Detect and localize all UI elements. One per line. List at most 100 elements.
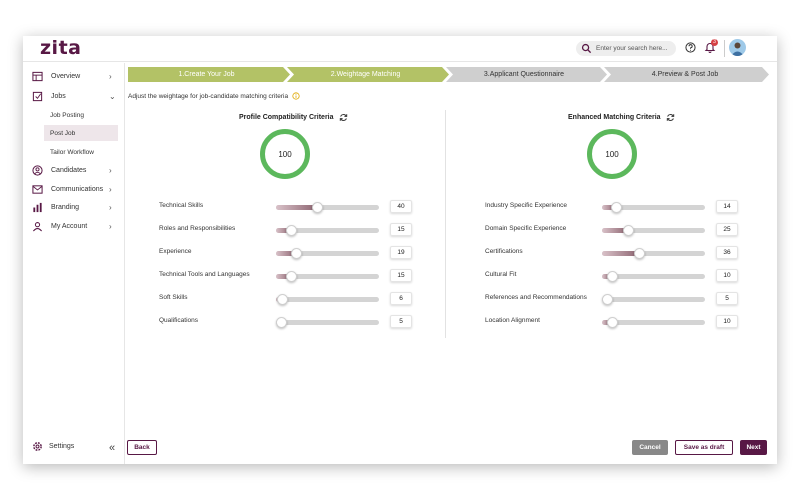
criteria-row: Industry Specific Experience 14 [485, 200, 745, 214]
criteria-row: Cultural Fit 10 [485, 269, 745, 283]
enhanced-criteria-title: Enhanced Matching Criteria [568, 114, 661, 121]
weight-value-input[interactable]: 19 [390, 246, 412, 259]
chevron-right-icon: › [109, 71, 112, 81]
slider-fill [276, 205, 317, 210]
sidebar-subitem-post-job[interactable]: Post Job [44, 125, 118, 141]
slider-handle[interactable] [607, 317, 618, 328]
weight-slider[interactable] [602, 228, 705, 233]
jobs-icon [32, 91, 43, 101]
user-avatar-icon [731, 42, 744, 56]
next-button[interactable]: Next [740, 440, 767, 455]
step-weightage-matching[interactable]: 2.Weightage Matching [287, 67, 444, 82]
criteria-row: Soft Skills 6 [159, 292, 419, 306]
slider-handle[interactable] [291, 248, 302, 259]
sidebar-subitem-tailor-workflow[interactable]: Tailor Workflow [44, 144, 118, 160]
profile-total-ring: 100 [260, 129, 310, 179]
info-icon[interactable] [292, 92, 300, 100]
criteria-row: Roles and Responsibilities 15 [159, 223, 419, 237]
criteria-label: Certifications [485, 248, 523, 255]
weight-value-input[interactable]: 25 [716, 223, 738, 236]
search-placeholder: Enter your search here... [596, 45, 668, 52]
weight-slider[interactable] [276, 297, 379, 302]
criteria-row: Technical Tools and Languages 15 [159, 269, 419, 283]
criteria-row: Location Alignment 10 [485, 315, 745, 329]
weight-value-input[interactable]: 14 [716, 200, 738, 213]
chevron-right-icon: › [109, 221, 112, 231]
sidebar-item-label: My Account [51, 222, 88, 230]
subtitle-text: Adjust the weightage for job-candidate m… [128, 92, 289, 100]
cancel-button[interactable]: Cancel [632, 440, 668, 455]
sidebar-item-label: Overview [51, 72, 81, 80]
weight-slider[interactable] [602, 251, 705, 256]
profile-criteria-heading: Profile Compatibility Criteria [239, 113, 348, 122]
sidebar-item-candidates[interactable]: Candidates › [23, 162, 125, 178]
criteria-label: Roles and Responsibilities [159, 225, 236, 232]
weight-value-input[interactable]: 40 [390, 200, 412, 213]
step-applicant-questionnaire[interactable]: 3.Applicant Questionnaire [446, 67, 602, 82]
back-button[interactable]: Back [127, 440, 157, 455]
sidebar-item-jobs[interactable]: Jobs ⌄ [23, 88, 125, 104]
slider-handle[interactable] [602, 294, 613, 305]
chevron-right-icon: › [109, 202, 112, 212]
weight-slider[interactable] [276, 320, 379, 325]
weight-value-input[interactable]: 15 [390, 269, 412, 282]
slider-handle[interactable] [623, 225, 634, 236]
sidebar-item-label: Settings [49, 443, 75, 450]
search-icon [581, 43, 592, 54]
criteria-row: References and Recommendations 5 [485, 292, 745, 306]
sidebar-subitem-job-posting[interactable]: Job Posting [44, 107, 118, 123]
app-logo[interactable]: zita [40, 37, 81, 59]
slider-handle[interactable] [634, 248, 645, 259]
criteria-label: Cultural Fit [485, 271, 517, 278]
sidebar-item-overview[interactable]: Overview › [23, 68, 125, 84]
criteria-label: Technical Tools and Languages [159, 271, 250, 278]
slider-handle[interactable] [276, 317, 287, 328]
slider-handle[interactable] [607, 271, 618, 282]
save-draft-button[interactable]: Save as draft [675, 440, 733, 455]
criteria-label: References and Recommendations [485, 294, 587, 301]
slider-handle[interactable] [312, 202, 323, 213]
criteria-label: Qualifications [159, 317, 199, 324]
criteria-row: Domain Specific Experience 25 [485, 223, 745, 237]
step-preview-post-job[interactable]: 4.Preview & Post Job [604, 67, 766, 82]
header-divider [724, 40, 725, 57]
chevron-right-icon: › [109, 184, 112, 194]
gear-icon [33, 442, 42, 451]
criteria-label: Technical Skills [159, 202, 204, 209]
chevron-down-icon: ⌄ [109, 91, 116, 101]
weight-value-input[interactable]: 15 [390, 223, 412, 236]
slider-handle[interactable] [286, 225, 297, 236]
slider-handle[interactable] [611, 202, 622, 213]
candidates-icon [32, 164, 43, 176]
weight-value-input[interactable]: 5 [390, 315, 412, 328]
search-input[interactable]: Enter your search here... [576, 41, 676, 56]
reset-icon[interactable] [666, 113, 675, 122]
sidebar-item-label: Candidates [51, 166, 87, 174]
user-icon [32, 221, 43, 231]
slider-handle[interactable] [286, 271, 297, 282]
weight-value-input[interactable]: 10 [716, 269, 738, 282]
avatar[interactable] [729, 39, 746, 56]
collapse-sidebar-icon[interactable]: « [109, 442, 115, 454]
slider-handle[interactable] [277, 294, 288, 305]
weight-value-input[interactable]: 36 [716, 246, 738, 259]
weight-slider[interactable] [602, 297, 705, 302]
criteria-row: Certifications 36 [485, 246, 745, 260]
help-icon[interactable] [685, 42, 696, 53]
reset-icon[interactable] [339, 113, 348, 122]
sidebar-item-settings[interactable]: Settings [32, 441, 74, 452]
sidebar-item-communications[interactable]: Communications › [23, 181, 125, 197]
criteria-row: Experience 19 [159, 246, 419, 260]
weight-value-input[interactable]: 5 [716, 292, 738, 305]
sidebar-item-my-account[interactable]: My Account › [23, 218, 125, 234]
step-create-your-job[interactable]: 1.Create Your Job [128, 67, 285, 82]
sidebar-item-branding[interactable]: Branding › [23, 199, 125, 215]
app-window: zita Enter your search here... 3 Overvie… [23, 36, 777, 464]
weight-value-input[interactable]: 10 [716, 315, 738, 328]
weight-slider[interactable] [276, 205, 379, 210]
weight-value-input[interactable]: 6 [390, 292, 412, 305]
sidebar-item-label: Jobs [51, 92, 66, 100]
criteria-label: Domain Specific Experience [485, 225, 567, 232]
notification-badge: 3 [711, 39, 718, 46]
profile-criteria-title: Profile Compatibility Criteria [239, 114, 334, 121]
